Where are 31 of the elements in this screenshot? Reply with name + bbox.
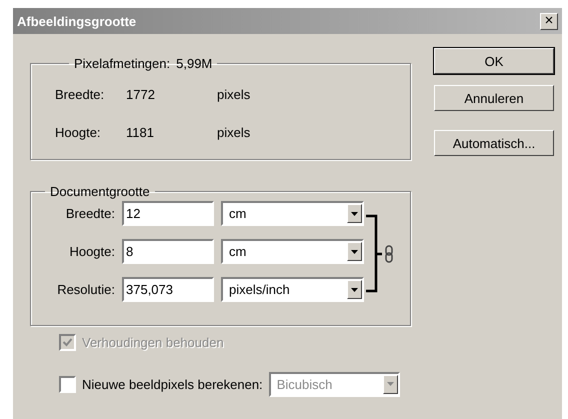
dimension-label: Hoogte: bbox=[55, 124, 102, 140]
unit-dropdown[interactable]: cm bbox=[221, 201, 364, 226]
group-title: Documentgrootte bbox=[50, 184, 150, 199]
group-title: Pixelafmetingen: bbox=[74, 56, 170, 71]
caret-icon bbox=[386, 382, 394, 386]
input-field[interactable]: 12 bbox=[122, 201, 214, 226]
input-field[interactable]: 375,073 bbox=[122, 277, 214, 302]
window-title: Afbeeldingsgrootte bbox=[17, 14, 136, 28]
field-label: Breedte: bbox=[64, 206, 116, 221]
caret-icon bbox=[351, 250, 358, 254]
close-button[interactable]: × bbox=[540, 12, 558, 30]
file-size-value: 5,99M bbox=[176, 56, 212, 71]
checkbox-label: Verhoudingen behouden bbox=[82, 334, 224, 350]
unit-dropdown[interactable]: cm bbox=[221, 239, 364, 264]
dialog-button[interactable]: Annuleren bbox=[434, 85, 554, 111]
input-field[interactable]: 8 bbox=[122, 239, 214, 264]
checkbox[interactable] bbox=[59, 376, 76, 392]
dialog-button[interactable]: Automatisch... bbox=[434, 130, 554, 156]
dimension-label: Breedte: bbox=[55, 86, 106, 102]
unit-label: pixels bbox=[217, 124, 250, 140]
dialog-button[interactable]: OK bbox=[434, 48, 554, 74]
unit-dropdown[interactable]: pixels/inch bbox=[221, 277, 364, 302]
unit-label: pixels bbox=[217, 86, 250, 102]
field-label: Hoogte: bbox=[68, 244, 116, 259]
field-label: Resolutie: bbox=[56, 282, 116, 297]
dimension-value: 1772 bbox=[126, 86, 156, 102]
checkbox-label: Nieuwe beeldpixels berekenen: bbox=[82, 376, 263, 392]
check-icon bbox=[62, 336, 73, 348]
caret-icon bbox=[351, 212, 358, 216]
caret-icon bbox=[351, 288, 358, 292]
dimension-value: 1181 bbox=[126, 124, 155, 140]
